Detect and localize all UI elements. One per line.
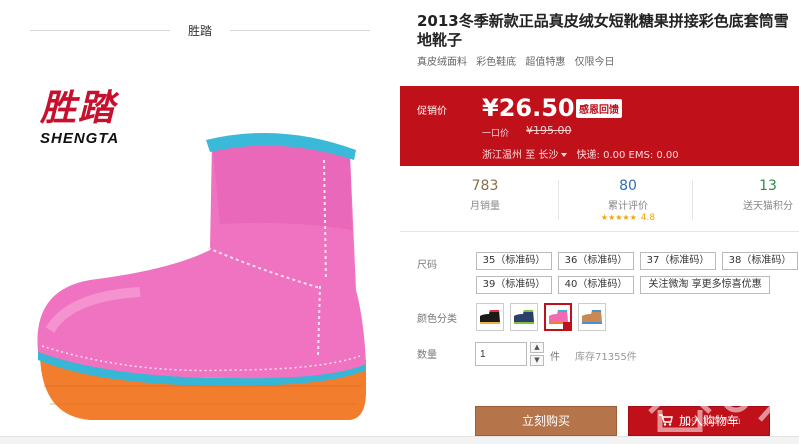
quantity-input[interactable]	[475, 342, 527, 366]
original-price-label: 一口价	[482, 129, 510, 139]
size-option[interactable]: 39（标准码）	[476, 276, 552, 294]
size-label: 尺码	[417, 260, 437, 271]
watermark-text: 0096123.com	[680, 416, 741, 427]
divider	[692, 180, 693, 220]
product-tag: 仅限今日	[574, 57, 615, 68]
chevron-down-icon[interactable]	[561, 153, 568, 157]
quantity-unit: 件	[550, 352, 560, 363]
divider	[230, 30, 370, 31]
quantity-down-icon[interactable]: ▼	[530, 355, 544, 366]
color-swatch-navy[interactable]	[510, 303, 538, 331]
product-tag: 超值特惠	[525, 57, 566, 68]
shipping-info: 浙江温州 至 长沙 快递: 0.00 EMS: 0.00	[482, 146, 679, 161]
promo-price-label: 促销价	[417, 106, 447, 117]
review-count[interactable]: 80 累计评价 ★★★★★ 4.8	[563, 178, 693, 223]
product-tag: 真皮绒面料	[417, 57, 467, 68]
size-option[interactable]: 37（标准码）	[640, 252, 716, 270]
price-box: 促销价 ¥26.50 感恩回馈 一口价 ¥195.00 浙江温州 至 长沙 快递…	[400, 86, 799, 166]
promo-badge: 感恩回馈	[576, 99, 622, 118]
product-title: 2013冬季新款正品真皮绒女短靴糖果拼接彩色底套筒雪地靴子	[417, 12, 789, 49]
size-option[interactable]: 35（标准码）	[476, 252, 552, 270]
stock-count: 库存71355件	[575, 352, 637, 363]
product-tags: 真皮绒面料 彩色鞋底 超值特惠 仅限今日	[417, 53, 621, 68]
product-image-panel: 胜踏 胜踏 SHENGTA	[0, 0, 400, 444]
color-swatch-pink[interactable]	[544, 303, 572, 331]
ship-to-word: 至	[525, 150, 536, 161]
tmall-points: 13 送天猫积分	[743, 178, 793, 212]
page-bottom-strip	[0, 436, 799, 444]
size-option[interactable]: 36（标准码）	[558, 252, 634, 270]
color-swatch-tan[interactable]	[578, 303, 606, 331]
quantity-label: 数量	[417, 350, 437, 361]
size-option[interactable]: 40（标准码）	[558, 276, 634, 294]
monthly-sales: 783 月销量	[470, 178, 500, 212]
delivery-fee: 快递: 0.00 EMS: 0.00	[576, 150, 679, 161]
product-image[interactable]	[30, 120, 370, 430]
promo-price: ¥26.50	[482, 94, 575, 122]
selected-check-icon	[563, 322, 572, 331]
divider	[558, 180, 559, 220]
ship-from: 浙江温州	[482, 150, 522, 161]
color-swatch-black[interactable]	[476, 303, 504, 331]
size-option[interactable]: 38（标准码）	[722, 252, 798, 270]
product-tag: 彩色鞋底	[476, 57, 517, 68]
star-icon: ★★★★★	[600, 213, 637, 222]
rating-score: 4.8	[640, 213, 656, 223]
site-watermark: 0096123.com	[640, 372, 790, 433]
ship-to-select[interactable]: 长沙	[538, 150, 558, 161]
follow-weitao-link[interactable]: 关注微淘 享更多惊喜优惠	[640, 276, 770, 294]
quantity-up-icon[interactable]: ▲	[530, 342, 544, 353]
brand-header: 胜踏	[30, 14, 370, 46]
color-label: 颜色分类	[417, 314, 457, 325]
buy-now-button[interactable]: 立刻购买	[475, 406, 617, 436]
rating-stars: ★★★★★ 4.8	[563, 213, 693, 223]
original-price: ¥195.00	[526, 124, 572, 137]
sales-stats: 783 月销量 80 累计评价 ★★★★★ 4.8 13 送天猫积分	[400, 168, 799, 232]
